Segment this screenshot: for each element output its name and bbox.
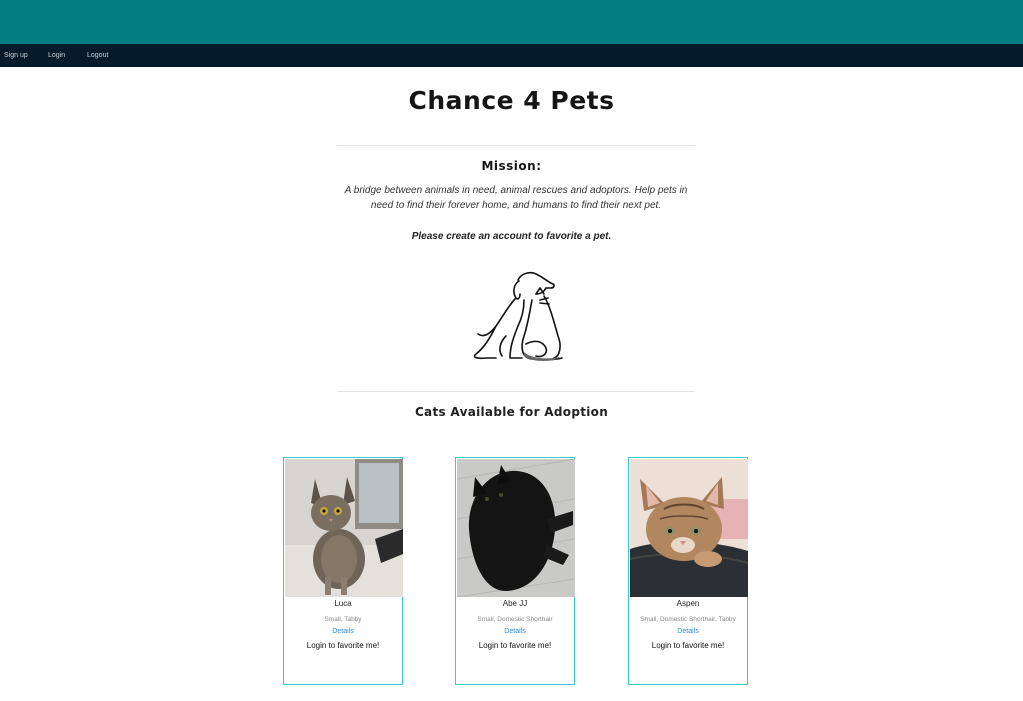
signup-link[interactable]: Sign up: [4, 44, 28, 67]
pet-card: Abe JJ Small, Domestic Shorthair Details…: [455, 457, 575, 685]
favorite-prompt: Login to favorite me!: [478, 641, 552, 650]
pet-photo[interactable]: [285, 459, 403, 597]
pet-description: Small, Tabby: [324, 616, 362, 623]
pet-name: Abe JJ: [502, 599, 528, 608]
nav-bar: Sign up Login Logout: [0, 44, 1023, 67]
section-heading: Cats Available for Adoption: [414, 405, 609, 419]
pet-card: Aspen Small, Domestic Shorthair, Tabby D…: [628, 457, 748, 685]
login-link[interactable]: Login: [48, 44, 65, 67]
mission-text: A bridge between animals in need, animal…: [344, 185, 688, 211]
pet-name: Luca: [334, 599, 352, 608]
pet-photo[interactable]: [457, 459, 575, 597]
pet-card: Luca Small, Tabby Details Login to favor…: [283, 457, 403, 685]
pet-name: Aspen: [676, 599, 700, 608]
pet-description: Small, Domestic Shorthair: [477, 616, 553, 623]
logout-link[interactable]: Logout: [87, 44, 108, 67]
site-title: Chance 4 Pets: [408, 86, 615, 115]
pet-photo[interactable]: [630, 459, 748, 597]
details-link[interactable]: Details: [284, 628, 402, 635]
pet-description: Small, Domestic Shorthair, Tabby: [640, 616, 736, 623]
favorite-prompt: Login to favorite me!: [306, 641, 380, 650]
top-banner: [0, 0, 1023, 44]
details-link[interactable]: Details: [456, 628, 574, 635]
favorite-prompt: Login to favorite me!: [651, 641, 725, 650]
divider: [337, 145, 695, 146]
dog-cat-logo-icon: [473, 271, 563, 361]
mission-heading: Mission:: [481, 159, 542, 173]
details-link[interactable]: Details: [629, 628, 747, 635]
create-account-prompt: Please create an account to favorite a p…: [411, 231, 612, 242]
divider: [337, 391, 695, 392]
